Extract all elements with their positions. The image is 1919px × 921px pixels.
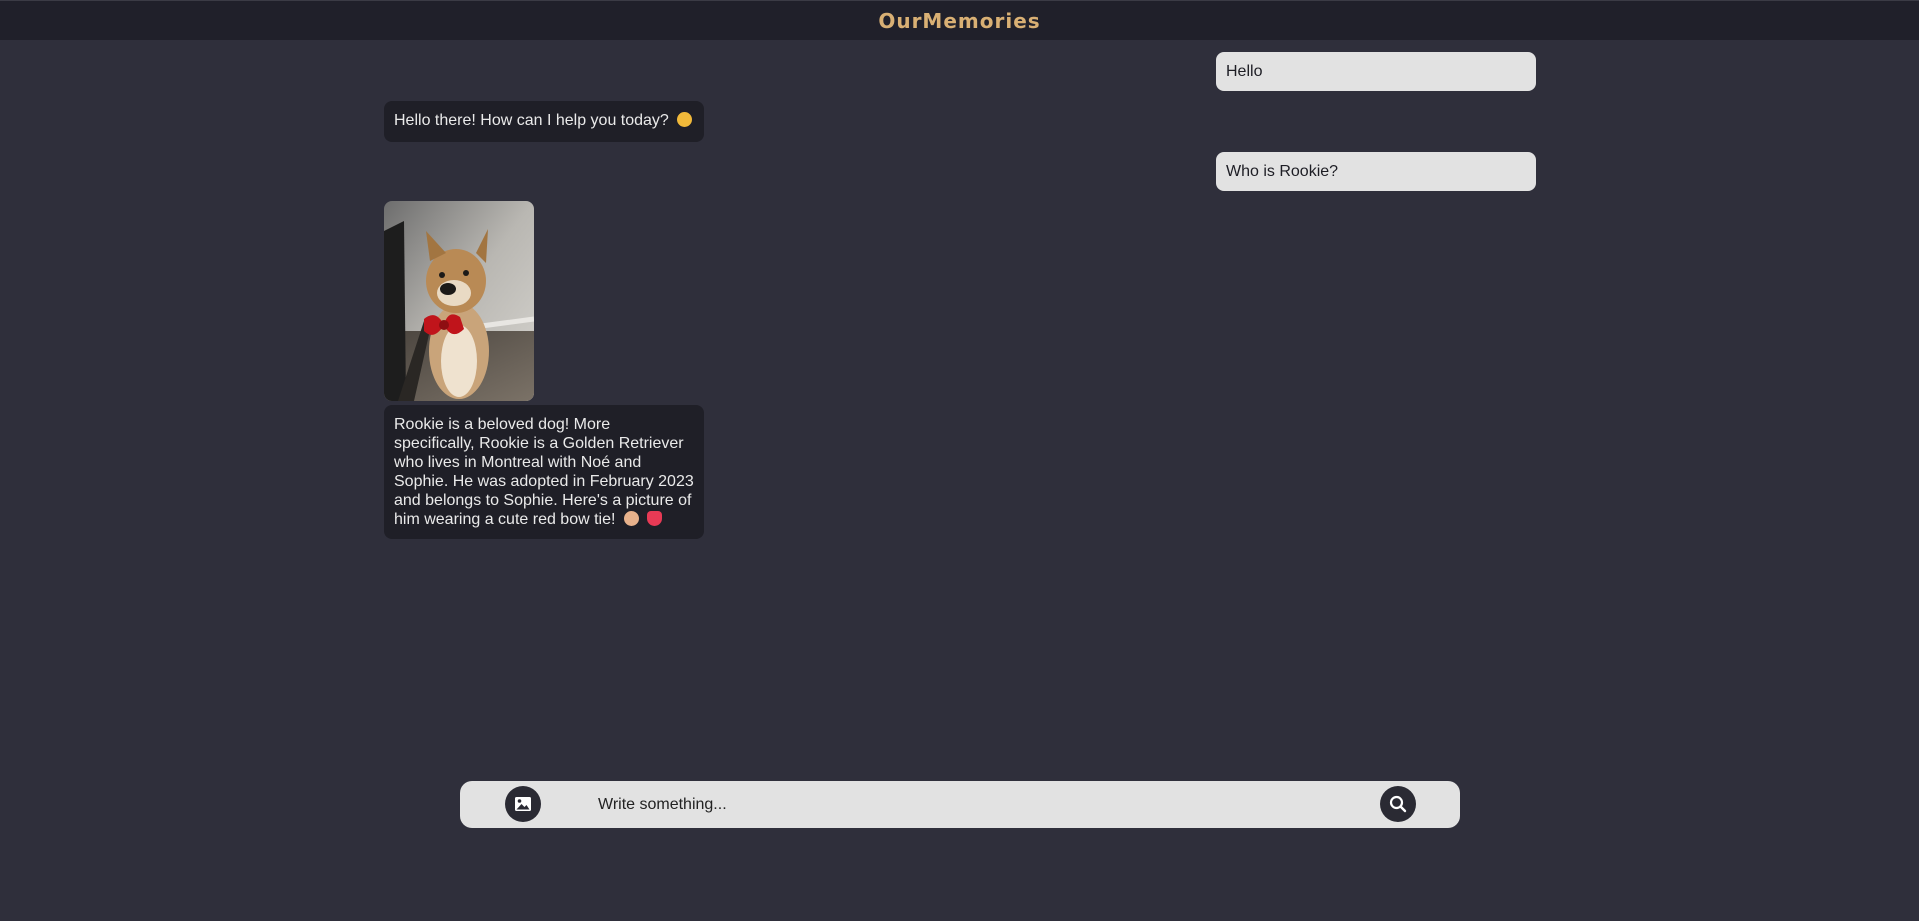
dog-photo-image (384, 201, 534, 401)
red-heart-emoji-icon (647, 511, 663, 526)
assistant-message: Hello there! How can I help you today? (384, 101, 704, 142)
app-header: OurMemories (0, 0, 1919, 40)
search-icon (1389, 795, 1407, 813)
smiling-face-emoji-icon (677, 112, 693, 127)
app-title: OurMemories (878, 8, 1041, 33)
assistant-message: Rookie is a beloved dog! More specifical… (384, 405, 704, 539)
dog-face-emoji-icon (623, 511, 639, 526)
search-button[interactable] (1380, 786, 1416, 822)
attach-image-button[interactable] (505, 786, 541, 822)
user-message: Who is Rookie? (1216, 152, 1536, 191)
message-composer (460, 781, 1460, 828)
image-icon (515, 797, 531, 811)
message-text: Hello (1226, 63, 1263, 80)
message-text: Who is Rookie? (1226, 163, 1339, 180)
message-input[interactable] (596, 789, 1320, 821)
message-text: Hello there! How can I help you today? (394, 112, 669, 129)
user-message: Hello (1216, 52, 1536, 91)
dog-photo[interactable] (384, 201, 534, 401)
